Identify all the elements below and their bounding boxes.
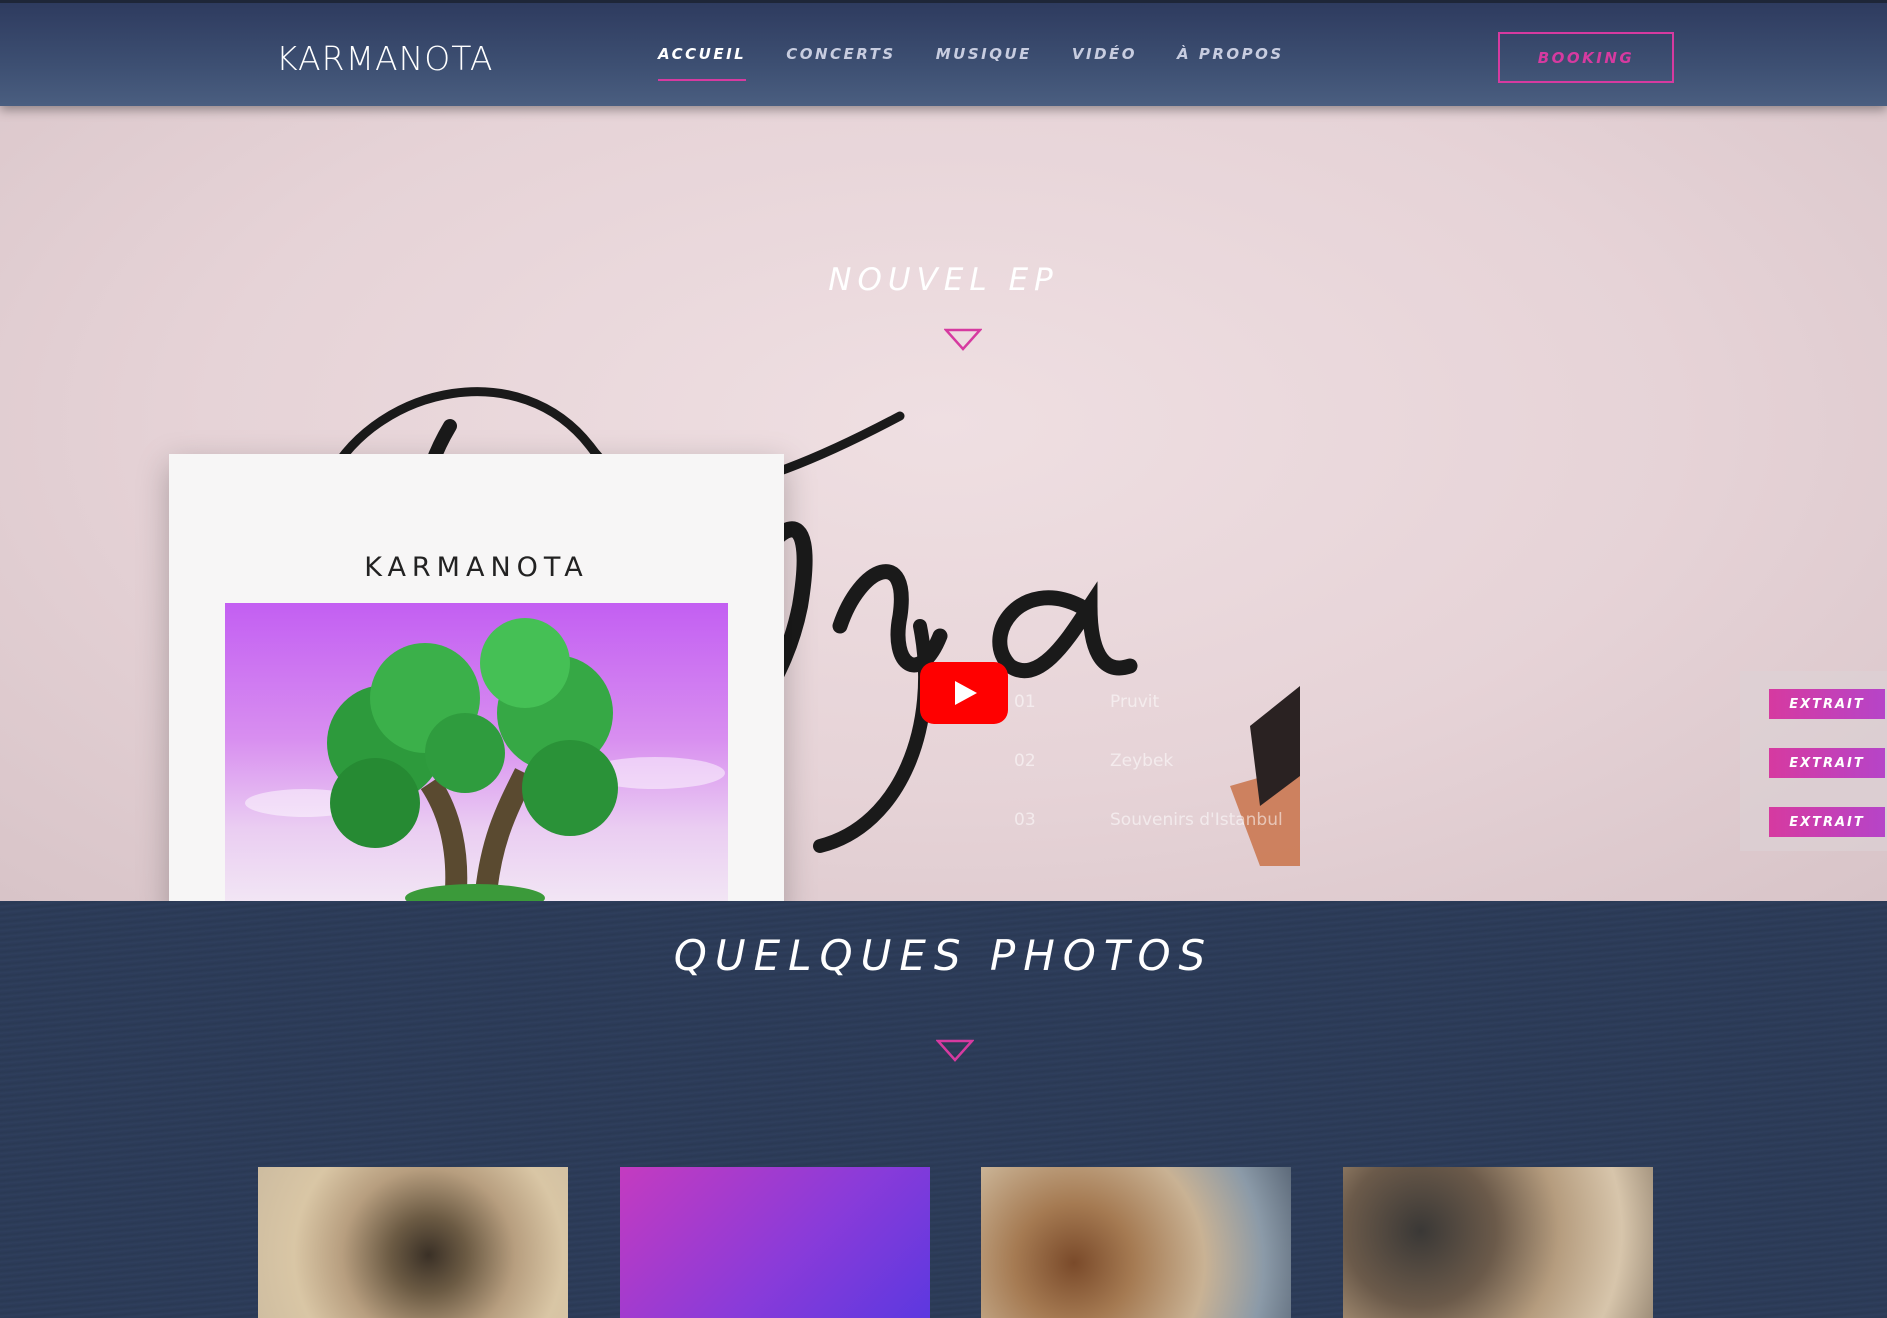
extract-button-3[interactable]: EXTRAIT [1769,807,1885,837]
track-number: 03 [1014,810,1036,830]
track-name[interactable]: Souvenirs d'Istanbul [1110,810,1283,830]
photo-thumbnail-3[interactable] [981,1167,1291,1318]
track-number: 02 [1014,751,1036,771]
nav-item-video[interactable]: VIDÉO [1072,45,1137,63]
nav-item-musique[interactable]: MUSIQUE [936,45,1032,63]
hero-section: NOUVEL EP KARMANOTA 01 Pruvit 02 Zeybek … [0,106,1887,901]
album-cover[interactable]: KARMANOTA [169,454,784,901]
youtube-play-button[interactable] [920,662,1008,724]
photos-title: QUELQUES PHOTOS [673,931,1214,980]
album-artwork [225,603,728,901]
nav-item-a-propos[interactable]: À PROPOS [1177,45,1284,63]
down-triangle-icon [936,1039,974,1062]
hero-title: NOUVEL EP [828,262,1059,298]
photo-thumbnail-4[interactable] [1343,1167,1653,1318]
album-title: KARMANOTA [364,552,589,583]
track-name[interactable]: Pruvit [1110,692,1159,712]
nav-item-concerts[interactable]: CONCERTS [786,45,895,63]
photo-thumbnail-2[interactable] [620,1167,930,1318]
track-number: 01 [1014,692,1036,712]
booking-button[interactable]: BOOKING [1498,32,1674,83]
down-triangle-icon [944,328,982,351]
tree-image [245,618,725,901]
extract-button-2[interactable]: EXTRAIT [1769,748,1885,778]
main-nav: ACCUEIL CONCERTS MUSIQUE VIDÉO À PROPOS [658,45,1324,81]
site-logo[interactable]: KARMANOTA [276,39,493,78]
track-name[interactable]: Zeybek [1110,751,1173,771]
nav-item-accueil[interactable]: ACCUEIL [658,45,747,81]
extract-button-1[interactable]: EXTRAIT [1769,689,1885,719]
photo-thumbnail-1[interactable] [258,1167,568,1318]
site-header: KARMANOTA ACCUEIL CONCERTS MUSIQUE VIDÉO… [0,0,1887,106]
photos-section: QUELQUES PHOTOS [0,901,1887,1318]
page: KARMANOTA ACCUEIL CONCERTS MUSIQUE VIDÉO… [0,0,1887,1318]
